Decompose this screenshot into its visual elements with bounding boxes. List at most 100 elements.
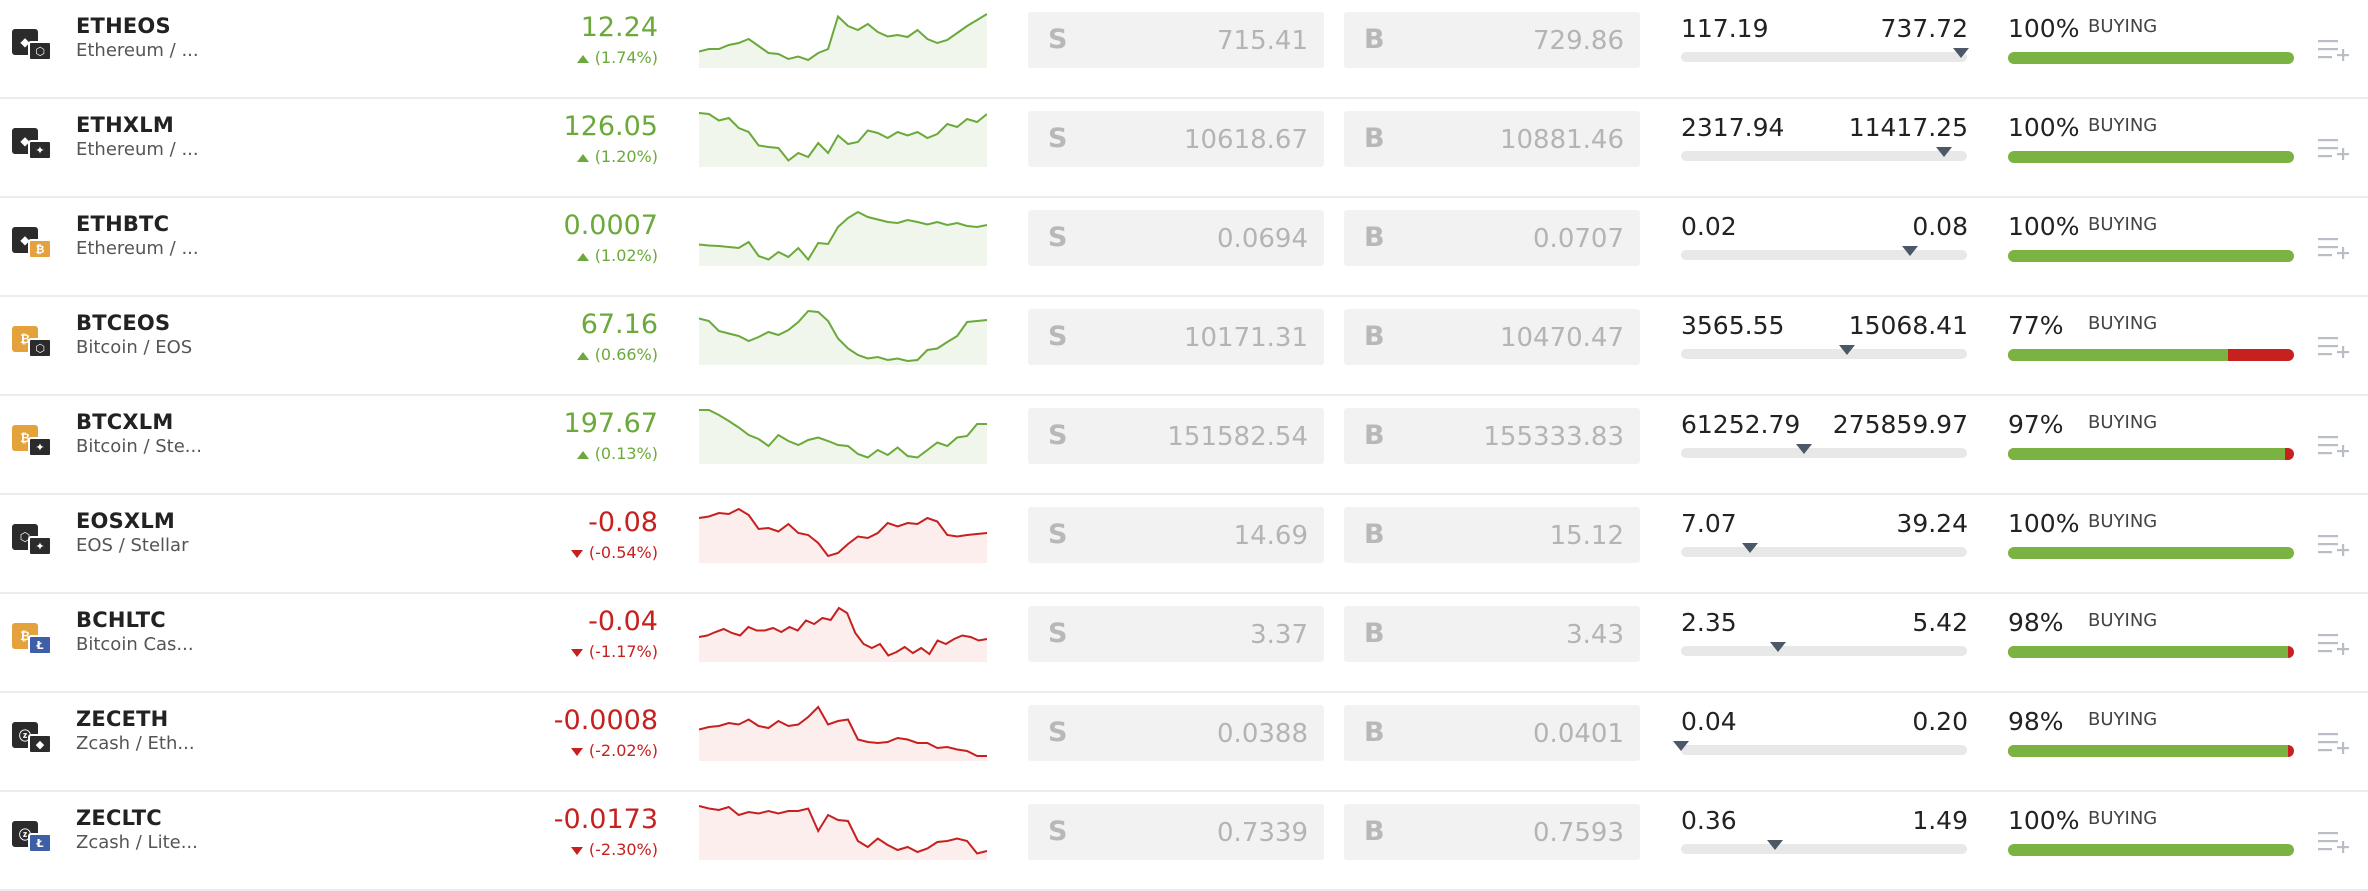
instrument-symbol[interactable]: BTCXLM xyxy=(76,410,173,434)
buy-button[interactable]: B 155333.83 xyxy=(1344,408,1640,464)
instrument-row-zecltc[interactable]: ⓩ Ł ZECLTC Zcash / Lite... -0.0173 (-2.3… xyxy=(0,792,2368,891)
pair-icon: ⓩ ◆ xyxy=(12,722,54,758)
instrument-row-etheos[interactable]: ◆ ⬡ ETHEOS Ethereum / ... 12.24 (1.74%) … xyxy=(0,0,2368,99)
percent-change-text: (0.66%) xyxy=(594,345,658,364)
buy-button[interactable]: B 10470.47 xyxy=(1344,309,1640,365)
percent-change: (-1.17%) xyxy=(570,642,658,661)
buy-button[interactable]: B 0.0707 xyxy=(1344,210,1640,266)
sentiment-percent: 100% xyxy=(2008,113,2080,142)
instrument-symbol[interactable]: ZECETH xyxy=(76,707,168,731)
instrument-name: EOS / Stellar xyxy=(76,535,189,556)
litecoin-icon: Ł xyxy=(28,833,52,853)
sell-button[interactable]: S 0.0388 xyxy=(1028,705,1324,761)
buy-button[interactable]: B 0.7593 xyxy=(1344,804,1640,860)
sell-price: 14.69 xyxy=(1233,521,1308,551)
sell-button[interactable]: S 0.0694 xyxy=(1028,210,1324,266)
instrument-symbol[interactable]: BCHLTC xyxy=(76,608,166,632)
sell-price: 0.0694 xyxy=(1217,224,1308,254)
sell-price: 3.37 xyxy=(1250,620,1308,650)
sparkline-chart xyxy=(699,805,987,860)
sell-button[interactable]: S 715.41 xyxy=(1028,12,1324,68)
sentiment-bar xyxy=(2008,646,2294,658)
sell-price: 151582.54 xyxy=(1167,422,1308,452)
sell-button[interactable]: S 0.7339 xyxy=(1028,804,1324,860)
sparkline-chart xyxy=(699,705,987,761)
sentiment-label: BUYING xyxy=(2088,808,2158,829)
sell-button[interactable]: S 3.37 xyxy=(1028,606,1324,662)
row-menu-icon[interactable] xyxy=(2318,533,2350,559)
sell-letter: S xyxy=(1048,222,1068,253)
sentiment-buy-fill xyxy=(2008,250,2294,262)
sell-letter: S xyxy=(1048,123,1068,154)
price-change: 67.16 xyxy=(580,309,658,340)
instrument-symbol[interactable]: EOSXLM xyxy=(76,509,175,533)
buy-letter: B xyxy=(1364,24,1385,55)
row-menu-icon[interactable] xyxy=(2318,335,2350,361)
percent-change-text: (1.02%) xyxy=(594,246,658,265)
sell-button[interactable]: S 10618.67 xyxy=(1028,111,1324,167)
sentiment-label: BUYING xyxy=(2088,115,2158,136)
arrow-up-icon xyxy=(576,252,589,261)
percent-change-text: (-2.30%) xyxy=(588,840,658,859)
sentiment-percent: 97% xyxy=(2008,410,2064,439)
day-range-bar xyxy=(1681,444,1967,458)
buy-button[interactable]: B 0.0401 xyxy=(1344,705,1640,761)
instrument-symbol[interactable]: BTCEOS xyxy=(76,311,170,335)
sell-button[interactable]: S 10171.31 xyxy=(1028,309,1324,365)
row-menu-icon[interactable] xyxy=(2318,830,2350,856)
instrument-row-zeceth[interactable]: ⓩ ◆ ZECETH Zcash / Eth... -0.0008 (-2.02… xyxy=(0,693,2368,792)
buy-button[interactable]: B 729.86 xyxy=(1344,12,1640,68)
range-low: 2317.94 xyxy=(1681,113,1785,142)
sell-button[interactable]: S 14.69 xyxy=(1028,507,1324,563)
arrow-down-icon xyxy=(570,648,583,657)
pair-icon: ⬡ ✦ xyxy=(12,524,54,560)
instrument-row-ethxlm[interactable]: ◆ ✦ ETHXLM Ethereum / ... 126.05 (1.20%)… xyxy=(0,99,2368,198)
range-high: 0.20 xyxy=(1912,707,1968,736)
sparkline-area xyxy=(699,509,987,563)
price-change: 0.0007 xyxy=(563,210,658,241)
sell-price: 715.41 xyxy=(1217,26,1308,56)
instrument-row-bchltc[interactable]: ₿ Ł BCHLTC Bitcoin Cas... -0.04 (-1.17%)… xyxy=(0,594,2368,693)
row-menu-icon[interactable] xyxy=(2318,137,2350,163)
sell-button[interactable]: S 151582.54 xyxy=(1028,408,1324,464)
range-high: 5.42 xyxy=(1912,608,1968,637)
arrow-down-icon xyxy=(570,846,583,855)
pair-icon: ◆ ⬡ xyxy=(12,29,54,65)
instrument-row-btceos[interactable]: ₿ ⬡ BTCEOS Bitcoin / EOS 67.16 (0.66%) S… xyxy=(0,297,2368,396)
instrument-row-eosxlm[interactable]: ⬡ ✦ EOSXLM EOS / Stellar -0.08 (-0.54%) … xyxy=(0,495,2368,594)
buy-button[interactable]: B 3.43 xyxy=(1344,606,1640,662)
instrument-symbol[interactable]: ZECLTC xyxy=(76,806,162,830)
percent-change-text: (1.74%) xyxy=(594,48,658,67)
arrow-down-icon xyxy=(570,747,583,756)
buy-price: 0.0707 xyxy=(1533,224,1624,254)
sentiment-bar xyxy=(2008,151,2294,163)
range-low: 7.07 xyxy=(1681,509,1737,538)
instrument-symbol[interactable]: ETHEOS xyxy=(76,14,171,38)
pair-icon: ₿ ⬡ xyxy=(12,326,54,362)
row-menu-icon[interactable] xyxy=(2318,236,2350,262)
price-change: 12.24 xyxy=(580,12,658,43)
day-range-bar xyxy=(1681,840,1967,854)
row-menu-icon[interactable] xyxy=(2318,731,2350,757)
buy-price: 155333.83 xyxy=(1483,422,1624,452)
buy-letter: B xyxy=(1364,123,1385,154)
instrument-symbol[interactable]: ETHXLM xyxy=(76,113,174,137)
day-range-bar xyxy=(1673,741,1967,755)
instrument-row-btcxlm[interactable]: ₿ ✦ BTCXLM Bitcoin / Ste... 197.67 (0.13… xyxy=(0,396,2368,495)
row-menu-icon[interactable] xyxy=(2318,632,2350,658)
row-menu-icon[interactable] xyxy=(2318,38,2350,64)
day-range-bar xyxy=(1681,345,1967,359)
instrument-name: Ethereum / ... xyxy=(76,139,199,160)
row-menu-icon[interactable] xyxy=(2318,434,2350,460)
instrument-symbol[interactable]: ETHBTC xyxy=(76,212,169,236)
sentiment-percent: 77% xyxy=(2008,311,2064,340)
buy-button[interactable]: B 15.12 xyxy=(1344,507,1640,563)
range-marker-icon xyxy=(1741,543,1758,553)
instrument-row-ethbtc[interactable]: ◆ ₿ ETHBTC Ethereum / ... 0.0007 (1.02%)… xyxy=(0,198,2368,297)
sentiment-bar xyxy=(2008,745,2294,757)
range-low: 117.19 xyxy=(1681,14,1769,43)
range-low: 0.04 xyxy=(1681,707,1737,736)
eos-icon: ⬡ xyxy=(28,41,52,61)
sparkline-area xyxy=(699,707,987,761)
buy-button[interactable]: B 10881.46 xyxy=(1344,111,1640,167)
